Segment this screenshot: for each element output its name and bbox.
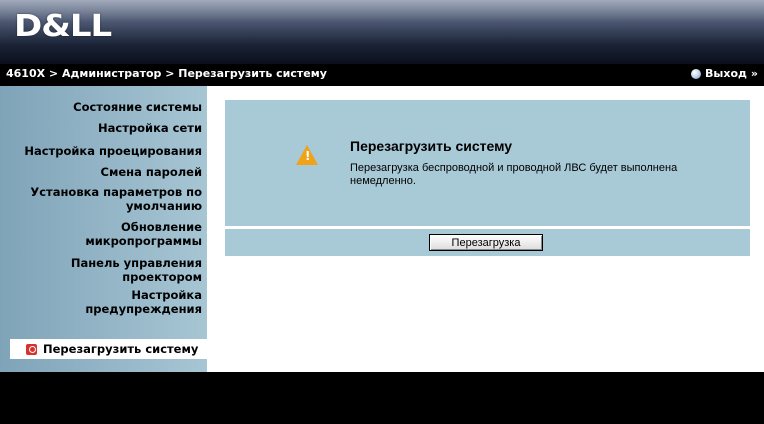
restart-info-panel: ! Перезагрузить систему Перезагрузка бес… <box>225 100 750 226</box>
restart-description: Перезагрузка беспроводной и проводной ЛВ… <box>350 162 678 187</box>
sidebar-item-restart-system[interactable]: Перезагрузить систему <box>10 339 207 359</box>
sidebar-item-projection-settings[interactable]: Настройка проецирования <box>2 144 202 158</box>
sidebar-item-label: Перезагрузить систему <box>43 342 199 356</box>
sidebar-item-network-settings[interactable]: Настройка сети <box>7 121 202 135</box>
logout-link[interactable]: Выход » <box>691 67 758 80</box>
power-icon <box>26 343 37 355</box>
sidebar-item-system-status[interactable]: Состояние системы <box>7 100 202 114</box>
sidebar-item-firmware-update[interactable]: Обновление микропрограммы <box>72 220 202 248</box>
logout-icon <box>691 68 702 79</box>
sidebar: Состояние системы Настройка сети Настрой… <box>0 86 207 372</box>
header-banner: D&LL <box>0 0 764 64</box>
sidebar-item-change-password[interactable]: Смена паролей <box>7 165 202 179</box>
sidebar-item-projector-control-panel[interactable]: Панель управления проектором <box>52 256 202 284</box>
button-bar: Перезагрузка <box>225 229 750 256</box>
dell-logo: D&LL <box>14 8 112 44</box>
sidebar-item-factory-reset[interactable]: Установка параметров по умолчанию <box>2 185 202 213</box>
logout-arrow: » <box>750 67 758 80</box>
footer-bar <box>0 372 764 424</box>
page-title: Перезагрузить систему <box>350 138 513 154</box>
restart-button[interactable]: Перезагрузка <box>429 234 543 251</box>
header-highlight <box>0 0 764 22</box>
logout-label: Выход <box>705 67 747 80</box>
breadcrumb-bar: 4610X > Администратор > Перезагрузить си… <box>0 64 764 86</box>
sidebar-item-alert-settings[interactable]: Настройка предупреждения <box>72 288 202 316</box>
breadcrumb: 4610X > Администратор > Перезагрузить си… <box>6 67 327 80</box>
warning-icon-mark: ! <box>305 149 311 163</box>
